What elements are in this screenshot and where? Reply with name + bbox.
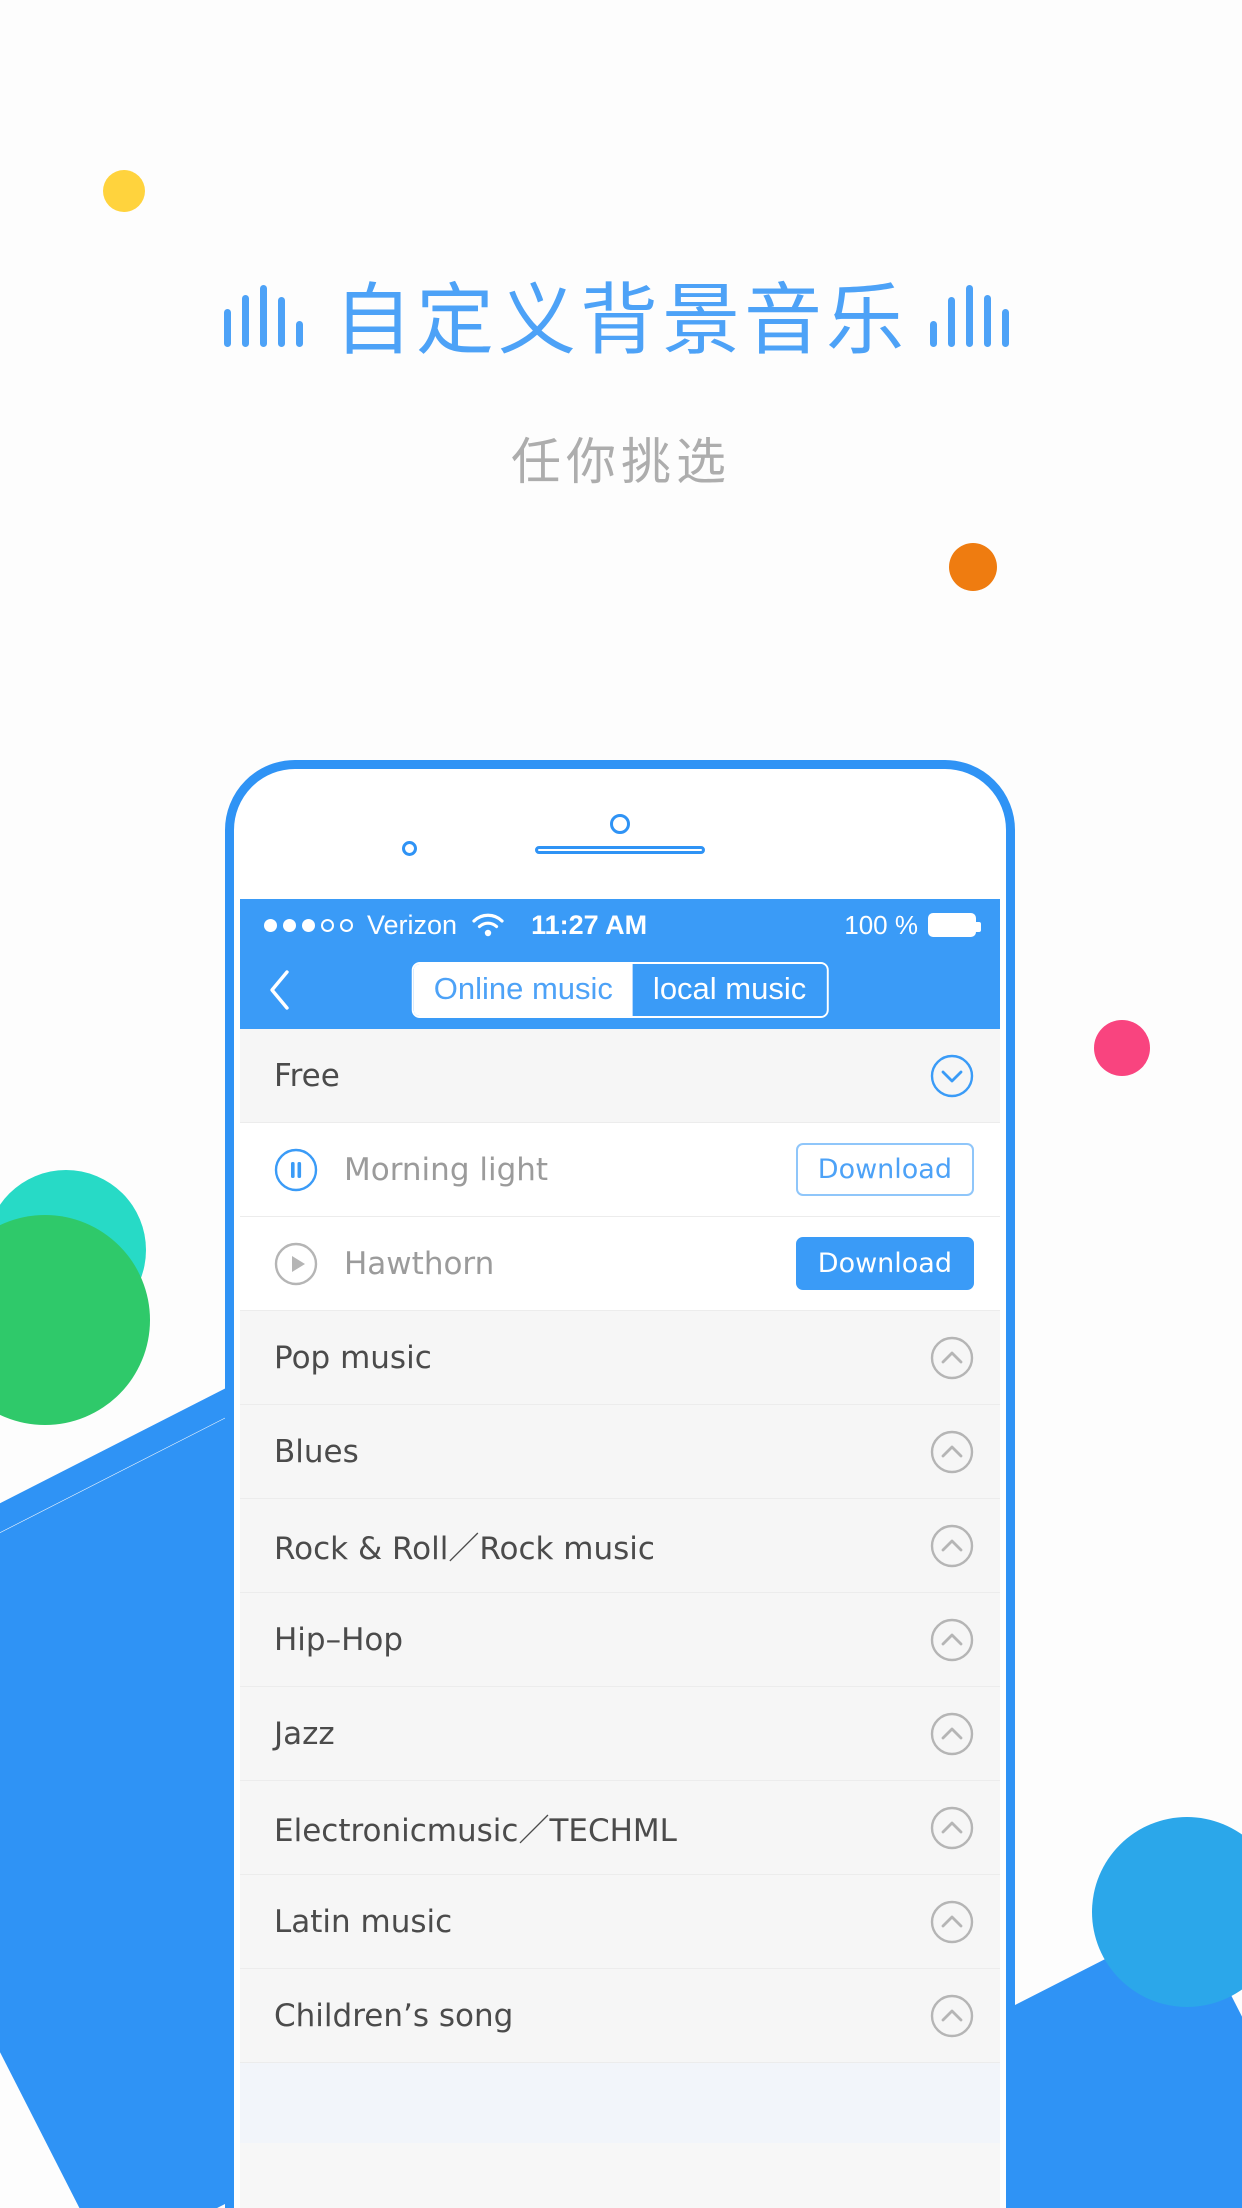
play-circle-icon[interactable]	[274, 1242, 318, 1286]
track-title: Morning light	[344, 1151, 549, 1188]
chevron-up-circle-icon[interactable]	[930, 1618, 974, 1662]
chevron-up-circle-icon[interactable]	[930, 1430, 974, 1474]
track-row[interactable]: Hawthorn Download	[240, 1217, 1000, 1311]
genre-row-electronic[interactable]: Electronicmusic／TECHML	[240, 1781, 1000, 1875]
battery-percent-label: 100 %	[844, 909, 918, 940]
decorative-dot-orange	[949, 543, 997, 591]
phone-screen: Verizon 11:27 AM 100 % Online music loca…	[240, 899, 1000, 2208]
track-title: Hawthorn	[344, 1245, 495, 1282]
genre-label: Blues	[274, 1433, 359, 1470]
tab-local-music[interactable]: local music	[632, 964, 827, 1016]
segmented-control[interactable]: Online music local music	[411, 962, 829, 1018]
section-label: Free	[274, 1057, 340, 1094]
section-row-free[interactable]: Free	[240, 1029, 1000, 1123]
genre-row-jazz[interactable]: Jazz	[240, 1687, 1000, 1781]
genre-label: Latin music	[274, 1903, 453, 1940]
genre-row-rock[interactable]: Rock & Roll／Rock music	[240, 1499, 1000, 1593]
chevron-up-circle-icon[interactable]	[930, 1336, 974, 1380]
status-bar: Verizon 11:27 AM 100 %	[240, 899, 1000, 951]
proximity-sensor-icon	[402, 841, 417, 856]
genre-row-blues[interactable]: Blues	[240, 1405, 1000, 1499]
genre-row-pop-music[interactable]: Pop music	[240, 1311, 1000, 1405]
genre-label: Children’s song	[274, 1997, 514, 2034]
list-bottom-spacer	[240, 2063, 1000, 2143]
chevron-left-icon	[270, 970, 289, 1010]
pause-circle-icon[interactable]	[274, 1148, 318, 1192]
genre-label: Electronicmusic／TECHML	[274, 1813, 677, 1849]
music-list: Free Morning light Download Hawthorn Dow…	[240, 1029, 1000, 2143]
headline-row: 自定义背景音乐	[0, 282, 1242, 360]
page-subtitle: 任你挑选	[511, 433, 731, 491]
carrier-label: Verizon	[367, 909, 458, 940]
genre-label: Rock & Roll／Rock music	[274, 1531, 655, 1567]
chevron-down-circle-icon[interactable]	[930, 1054, 974, 1098]
chevron-up-circle-icon[interactable]	[930, 1900, 974, 1944]
wifi-icon	[471, 912, 505, 938]
chevron-up-circle-icon[interactable]	[930, 1712, 974, 1756]
battery-full-icon	[928, 913, 981, 937]
track-row[interactable]: Morning light Download	[240, 1123, 1000, 1217]
genre-row-childrens-song[interactable]: Children’s song	[240, 1969, 1000, 2063]
phone-top-bezel	[234, 769, 1006, 899]
chevron-up-circle-icon[interactable]	[930, 1806, 974, 1850]
speaker-grill-icon	[535, 846, 705, 854]
phone-mockup: Verizon 11:27 AM 100 % Online music loca…	[225, 760, 1015, 2208]
decorative-dot-yellow	[103, 170, 145, 212]
genre-label: Pop music	[274, 1339, 432, 1376]
tab-online-music[interactable]: Online music	[413, 964, 633, 1016]
signal-strength-icon	[264, 918, 353, 932]
status-battery-group: 100 %	[844, 909, 981, 941]
decorative-dot-pink	[1094, 1020, 1150, 1076]
genre-label: Jazz	[274, 1715, 335, 1752]
genre-label: Hip–Hop	[274, 1621, 404, 1658]
promo-page: 自定义背景音乐 任你挑选 Verizon 11:27 AM 100 % Onli…	[0, 0, 1242, 2208]
download-button[interactable]: Download	[795, 1237, 974, 1290]
genre-row-latin-music[interactable]: Latin music	[240, 1875, 1000, 1969]
chevron-up-circle-icon[interactable]	[930, 1994, 974, 2038]
equalizer-bars-icon	[926, 283, 1022, 359]
status-time: 11:27 AM	[531, 909, 648, 940]
page-title: 自定义背景音乐	[333, 276, 908, 366]
equalizer-bars-icon	[220, 283, 316, 359]
back-button[interactable]	[240, 968, 320, 1012]
nav-bar: Online music local music	[240, 951, 1000, 1029]
genre-row-hip-hop[interactable]: Hip–Hop	[240, 1593, 1000, 1687]
download-button[interactable]: Download	[795, 1143, 974, 1196]
front-camera-icon	[610, 814, 630, 834]
chevron-up-circle-icon[interactable]	[930, 1524, 974, 1568]
